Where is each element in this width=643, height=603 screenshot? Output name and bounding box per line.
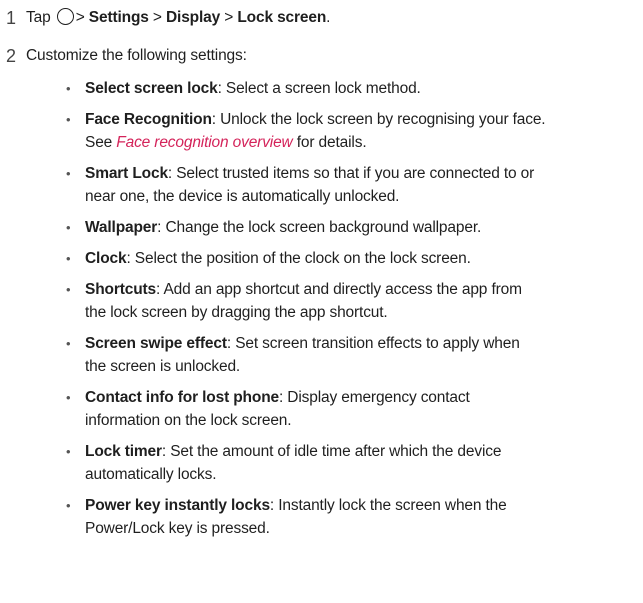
step-prefix: Tap <box>26 9 51 26</box>
item-text: : Display emergency contact <box>278 389 470 406</box>
path-separator: > <box>152 9 162 26</box>
list-item: • Screen swipe effect: Set screen transi… <box>62 332 632 378</box>
item-text: : Select the position of the clock on th… <box>126 250 471 267</box>
step-suffix: . <box>326 9 331 26</box>
item-text: : Change the lock screen background wall… <box>157 219 482 236</box>
list-item: • Smart Lock: Select trusted items so th… <box>62 162 632 208</box>
list-item: • Contact info for lost phone: Display e… <box>62 386 632 432</box>
item-title: Smart Lock <box>85 165 168 182</box>
step-text: Tap > Settings > Display > Lock screen. <box>26 8 331 28</box>
item-title: Face Recognition <box>85 111 212 128</box>
bullet: • <box>66 444 71 459</box>
path-lock-screen: Lock screen <box>237 9 327 26</box>
settings-list: • Select screen lock: Select a screen lo… <box>62 77 632 548</box>
item-title: Select screen lock <box>85 80 218 97</box>
item-title: Contact info for lost phone <box>85 389 279 406</box>
face-recognition-link[interactable]: Face recognition overview <box>116 134 292 151</box>
item-title: Lock timer <box>85 443 162 460</box>
item-text: : Unlock the lock screen by recognising … <box>211 111 546 128</box>
item-title: Shortcuts <box>85 281 156 298</box>
step-number: 1 <box>6 8 16 28</box>
list-item: • Wallpaper: Change the lock screen back… <box>62 216 632 239</box>
list-item: • Clock: Select the position of the cloc… <box>62 247 632 270</box>
bullet: • <box>66 81 71 96</box>
item-text: : Add an app shortcut and directly acces… <box>156 281 522 298</box>
bullet: • <box>66 251 71 266</box>
item-title: Wallpaper <box>85 219 158 236</box>
item-text: : Set screen transition effects to apply… <box>226 335 520 352</box>
path-settings: Settings <box>88 9 149 26</box>
item-text-line2: near one, the device is automatically un… <box>85 188 400 205</box>
bullet: • <box>66 390 71 405</box>
item-text: : Instantly lock the screen when the <box>269 497 507 514</box>
list-item: • Shortcuts: Add an app shortcut and dir… <box>62 278 632 324</box>
item-text-line2-prefix: See <box>85 134 117 151</box>
item-text-line2: Power/Lock key is pressed. <box>85 520 270 537</box>
item-text-line2: information on the lock screen. <box>85 412 292 429</box>
bullet: • <box>66 282 71 297</box>
manual-page: 1 Tap > Settings > Display > Lock screen… <box>0 0 643 603</box>
home-circle-icon <box>56 8 74 25</box>
item-text: : Set the amount of idle time after whic… <box>161 443 502 460</box>
path-separator: > <box>75 9 85 26</box>
step-1: 1 Tap > Settings > Display > Lock screen… <box>6 8 626 30</box>
bullet: • <box>66 112 71 127</box>
bullet: • <box>66 166 71 181</box>
list-item: • Face Recognition: Unlock the lock scre… <box>62 108 632 154</box>
item-text: : Select a screen lock method. <box>217 80 421 97</box>
list-item: • Power key instantly locks: Instantly l… <box>62 494 632 540</box>
item-title: Screen swipe effect <box>85 335 227 352</box>
item-text-line2: the lock screen by dragging the app shor… <box>85 304 388 321</box>
step-2: 2 Customize the following settings: <box>6 46 626 68</box>
item-text: : Select trusted items so that if you ar… <box>167 165 535 182</box>
path-display: Display <box>166 9 221 26</box>
bullet: • <box>66 498 71 513</box>
bullet: • <box>66 336 71 351</box>
list-item: • Select screen lock: Select a screen lo… <box>62 77 632 100</box>
list-item: • Lock timer: Set the amount of idle tim… <box>62 440 632 486</box>
item-text-line2: automatically locks. <box>85 466 217 483</box>
item-text-line2: the screen is unlocked. <box>85 358 241 375</box>
bullet: • <box>66 220 71 235</box>
step-text: Customize the following settings: <box>26 47 247 64</box>
item-title: Clock <box>85 250 127 267</box>
item-text-line2-suffix: for details. <box>292 134 367 151</box>
item-title: Power key instantly locks <box>85 497 270 514</box>
step-number: 2 <box>6 46 16 66</box>
path-separator: > <box>224 9 234 26</box>
